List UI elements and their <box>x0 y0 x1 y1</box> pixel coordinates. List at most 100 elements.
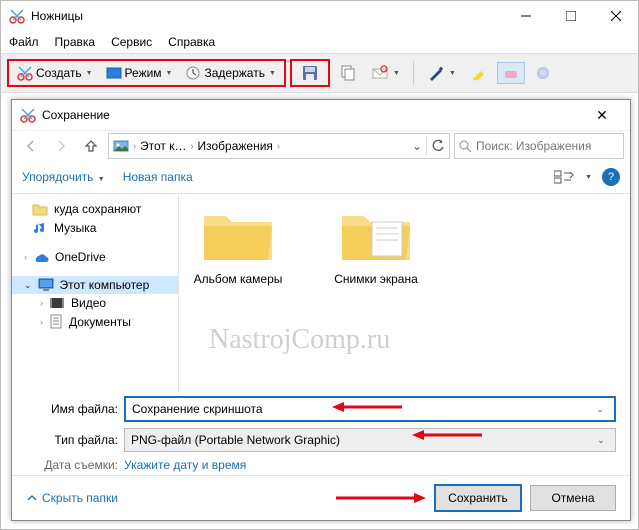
app-title: Ножницы <box>31 9 503 23</box>
folder-label: Альбом камеры <box>183 272 293 286</box>
menu-help[interactable]: Справка <box>168 35 215 49</box>
content-folder-2[interactable]: Снимки экрана <box>321 204 431 286</box>
dialog-titlebar: Сохранение ✕ <box>12 100 630 130</box>
filetype-combo[interactable]: PNG-файл (Portable Network Graphic) ⌄ <box>124 428 616 452</box>
cancel-dialog-button[interactable]: Отмена <box>530 485 616 511</box>
date-hint-link[interactable]: Укажите дату и время <box>124 458 246 472</box>
tree-item-video[interactable]: › Видео <box>12 294 178 312</box>
folder-tree: куда сохраняют Музыка › OneDrive ⌄ Этот … <box>12 194 179 393</box>
highlight-box-2 <box>290 59 330 87</box>
nav-forward-button <box>48 134 74 158</box>
address-bar[interactable]: › Этот к… › Изображения › ⌄ <box>108 133 450 159</box>
dialog-footer: Скрыть папки Сохранить Отмена <box>12 475 630 520</box>
tree-item-music[interactable]: Музыка <box>12 218 178 238</box>
tree-item-saveto[interactable]: куда сохраняют <box>12 200 178 218</box>
chevron-right-icon: › <box>40 298 43 308</box>
chevron-right-icon: › <box>24 252 27 262</box>
chevron-down-icon: ▼ <box>449 70 456 77</box>
chevron-down-icon[interactable]: ▼ <box>585 174 592 181</box>
chevron-down-icon[interactable]: ⌄ <box>592 404 608 415</box>
save-button[interactable] <box>296 62 324 84</box>
filename-label: Имя файла: <box>26 402 118 416</box>
watermark: NastrojComp.ru <box>209 324 390 356</box>
tree-item-thispc[interactable]: ⌄ Этот компьютер <box>12 276 178 294</box>
tree-item-onedrive[interactable]: › OneDrive <box>12 248 178 266</box>
chevron-down-icon: ▼ <box>86 70 93 77</box>
mail-button[interactable]: ▼ <box>366 62 405 84</box>
date-label: Дата съемки: <box>40 458 118 472</box>
video-icon <box>49 296 65 310</box>
view-options-button[interactable] <box>554 169 574 185</box>
folder-icon <box>336 204 416 266</box>
highlight-box-1: Создать ▼ Режим ▼ Задержать ▼ <box>7 59 286 87</box>
chevron-up-icon <box>26 492 38 504</box>
separator <box>413 61 414 85</box>
pictures-icon <box>113 138 129 154</box>
chevron-down-icon: ▼ <box>98 176 105 183</box>
help-button[interactable]: ? <box>602 168 620 186</box>
menu-file[interactable]: Файл <box>9 35 39 49</box>
annotation-arrow <box>336 490 426 506</box>
close-button[interactable] <box>593 1 638 31</box>
snip-icon <box>20 107 36 123</box>
search-input[interactable]: Поиск: Изображения <box>454 133 624 159</box>
tool-row: Упорядочить ▼ Новая папка ▼ ? <box>12 161 630 194</box>
documents-icon <box>49 314 63 330</box>
delay-button[interactable]: Задержать ▼ <box>180 63 280 83</box>
chevron-down-icon[interactable]: ⌄ <box>412 139 422 153</box>
chevron-down-icon: ⌄ <box>24 280 32 291</box>
menu-edit[interactable]: Правка <box>55 35 96 49</box>
music-icon <box>32 220 48 236</box>
organize-button[interactable]: Упорядочить ▼ <box>22 170 105 184</box>
dialog-close-button[interactable]: ✕ <box>582 107 622 124</box>
newfolder-button[interactable]: Новая папка <box>123 170 193 184</box>
breadcrumb-pc[interactable]: Этот к… <box>140 139 186 153</box>
mode-button[interactable]: Режим ▼ <box>101 63 178 83</box>
chevron-right-icon: › <box>190 141 193 151</box>
chevron-right-icon: › <box>40 317 43 327</box>
dialog-title: Сохранение <box>42 108 582 122</box>
menu-bar: Файл Правка Сервис Справка <box>1 31 638 53</box>
nav-back-button[interactable] <box>18 134 44 158</box>
chevron-down-icon: ▼ <box>166 70 173 77</box>
delay-label: Задержать <box>204 66 264 80</box>
chevron-down-icon: ▼ <box>393 70 400 77</box>
chevron-right-icon: › <box>277 141 280 151</box>
breadcrumb-folder[interactable]: Изображения <box>197 139 272 153</box>
filetype-label: Тип файла: <box>26 433 118 447</box>
create-label: Создать <box>36 66 82 80</box>
mode-label: Режим <box>125 66 162 80</box>
minimize-button[interactable] <box>503 1 548 31</box>
maximize-button[interactable] <box>548 1 593 31</box>
snip-icon <box>9 8 25 24</box>
highlighter-button[interactable] <box>465 62 493 84</box>
save-dialog: Сохранение ✕ › Этот к… › Изображения › ⌄ <box>11 99 631 521</box>
nav-row: › Этот к… › Изображения › ⌄ Поиск: Изобр… <box>12 130 630 161</box>
nav-up-button[interactable] <box>78 134 104 158</box>
chevron-down-icon: ▼ <box>269 70 276 77</box>
eraser-button[interactable] <box>497 62 525 84</box>
folder-icon <box>198 204 278 266</box>
app-titlebar: Ножницы <box>1 1 638 31</box>
filename-input[interactable]: Сохранение скриншота ⌄ <box>124 396 616 422</box>
paint3d-button[interactable] <box>529 62 557 84</box>
chevron-down-icon[interactable]: ⌄ <box>593 435 609 446</box>
copy-button[interactable] <box>334 62 362 84</box>
content-folder-1[interactable]: Альбом камеры <box>183 204 293 286</box>
search-icon <box>459 140 472 153</box>
save-dialog-button[interactable]: Сохранить <box>434 484 522 512</box>
search-placeholder: Поиск: Изображения <box>476 139 591 153</box>
pc-icon <box>38 278 54 292</box>
create-button[interactable]: Создать ▼ <box>12 63 98 83</box>
content-pane[interactable]: Альбом камеры Снимки экрана NastrojComp.… <box>179 194 630 393</box>
chevron-right-icon: › <box>133 141 136 151</box>
onedrive-icon <box>33 251 49 263</box>
folder-icon <box>32 202 48 216</box>
hide-folders-button[interactable]: Скрыть папки <box>26 491 118 505</box>
menu-service[interactable]: Сервис <box>111 35 152 49</box>
pen-button[interactable]: ▼ <box>422 62 461 84</box>
refresh-icon[interactable] <box>431 139 445 153</box>
tree-item-documents[interactable]: › Документы <box>12 312 178 332</box>
toolbar: Создать ▼ Режим ▼ Задержать ▼ ▼ <box>1 53 638 93</box>
folder-label: Снимки экрана <box>321 272 431 286</box>
